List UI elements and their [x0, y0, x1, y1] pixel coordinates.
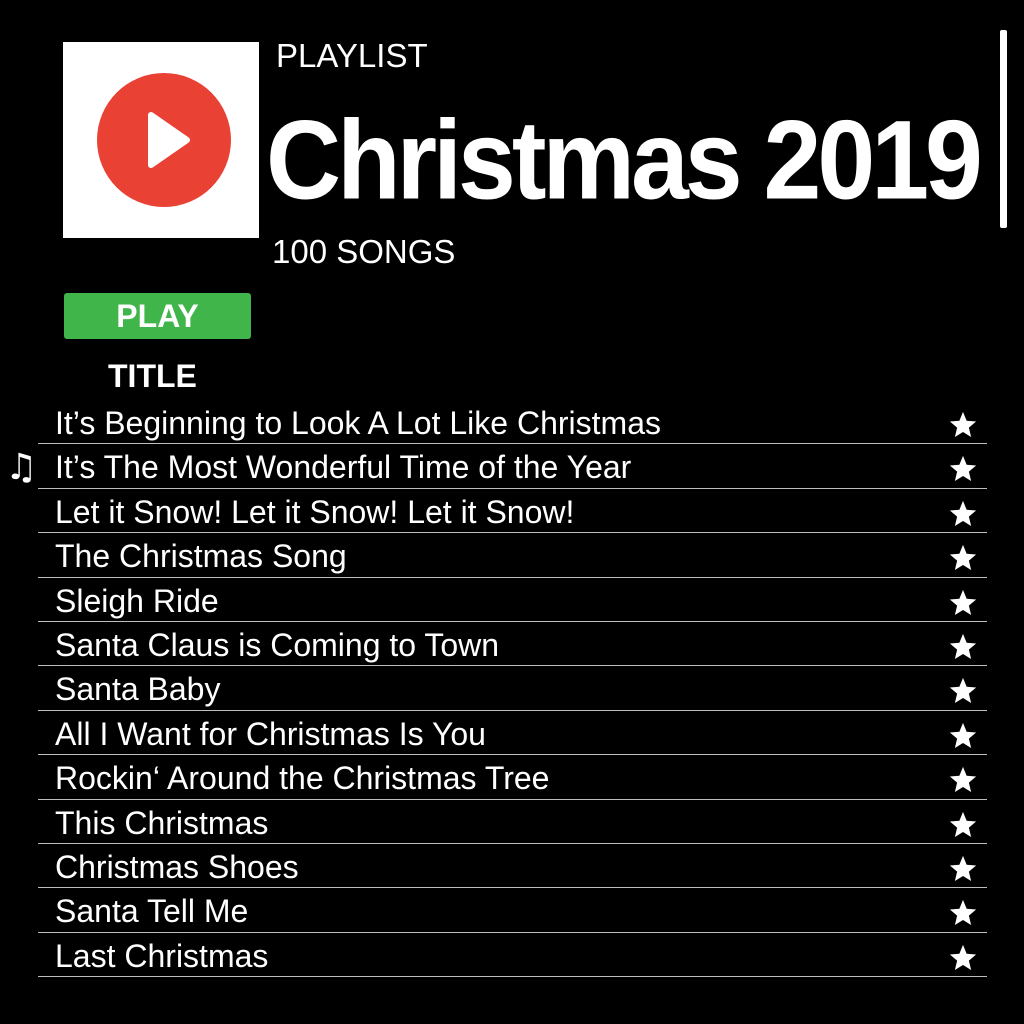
- track-row[interactable]: This Christmas: [0, 800, 1024, 845]
- track-title: This Christmas: [55, 804, 269, 841]
- track-title: Santa Tell Me: [55, 893, 249, 930]
- playlist-kicker: PLAYLIST: [276, 37, 428, 74]
- star-icon[interactable]: [948, 499, 978, 529]
- track-title: It’s The Most Wonderful Time of the Year: [55, 449, 632, 486]
- star-icon[interactable]: [948, 810, 978, 840]
- track-title: Christmas Shoes: [55, 848, 299, 885]
- track-title: The Christmas Song: [55, 538, 347, 575]
- track-list: It’s Beginning to Look A Lot Like Christ…: [0, 400, 1024, 978]
- track-row[interactable]: It’s Beginning to Look A Lot Like Christ…: [0, 400, 1024, 445]
- track-row[interactable]: All I Want for Christmas Is You: [0, 711, 1024, 756]
- track-title: Sleigh Ride: [55, 582, 219, 619]
- track-row[interactable]: Santa Baby: [0, 666, 1024, 712]
- track-title: All I Want for Christmas Is You: [55, 715, 486, 752]
- star-icon[interactable]: [948, 765, 978, 795]
- track-row[interactable]: ♫ It’s The Most Wonderful Time of the Yea…: [0, 444, 1024, 490]
- star-icon[interactable]: [948, 588, 978, 618]
- title-column-header[interactable]: TITLE: [108, 356, 197, 396]
- star-icon[interactable]: [948, 854, 978, 884]
- playlist-title: Christmas 2019: [266, 98, 983, 224]
- star-icon[interactable]: [948, 898, 978, 928]
- track-row[interactable]: Sleigh Ride: [0, 578, 1024, 623]
- song-count: 100 SONGS: [272, 233, 456, 270]
- track-title: Santa Claus is Coming to Town: [55, 626, 500, 663]
- play-circle-icon[interactable]: [97, 73, 231, 207]
- track-title: Rockin‘ Around the Christmas Tree: [55, 760, 550, 797]
- track-row[interactable]: Let it Snow! Let it Snow! Let it Snow!: [0, 489, 1024, 534]
- music-note-icon: ♫: [5, 447, 38, 489]
- star-icon[interactable]: [948, 543, 978, 573]
- track-title: Let it Snow! Let it Snow! Let it Snow!: [55, 493, 575, 530]
- play-button[interactable]: PLAY: [64, 293, 251, 339]
- track-row[interactable]: Rockin‘ Around the Christmas Tree: [0, 755, 1024, 800]
- playlist-cover: [63, 42, 259, 238]
- star-icon[interactable]: [948, 632, 978, 662]
- star-icon[interactable]: [948, 943, 978, 973]
- track-row[interactable]: The Christmas Song: [0, 533, 1024, 578]
- star-icon[interactable]: [948, 676, 978, 706]
- star-icon[interactable]: [948, 454, 978, 484]
- track-row[interactable]: Santa Tell Me: [0, 888, 1024, 934]
- track-title: It’s Beginning to Look A Lot Like Christ…: [55, 405, 661, 441]
- track-row[interactable]: Last Christmas: [0, 933, 1024, 978]
- track-row[interactable]: Santa Claus is Coming to Town: [0, 622, 1024, 667]
- scrollbar[interactable]: [1000, 30, 1007, 228]
- track-row[interactable]: Christmas Shoes: [0, 844, 1024, 889]
- track-title: Santa Baby: [55, 671, 221, 708]
- star-icon[interactable]: [948, 410, 978, 440]
- track-title: Last Christmas: [55, 937, 269, 974]
- star-icon[interactable]: [948, 721, 978, 751]
